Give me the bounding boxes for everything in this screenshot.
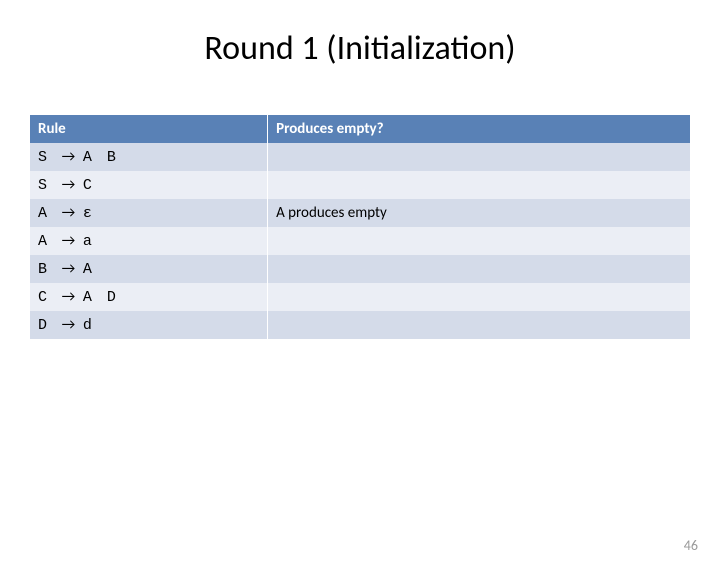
arrow-icon: → (57, 232, 79, 250)
rule-lhs: A (38, 233, 54, 250)
table-row: A → ε A produces empty (30, 199, 690, 227)
rule-lhs: A (38, 205, 54, 222)
rule-lhs: S (38, 177, 54, 194)
header-produces: Produces empty? (268, 115, 690, 143)
rule-rhs: a (83, 233, 95, 250)
rule-rhs: C (83, 177, 95, 194)
rule-lhs: B (38, 261, 54, 278)
produces-cell (268, 143, 690, 171)
table-row: C → A D (30, 283, 690, 311)
produces-cell (268, 283, 690, 311)
header-rule: Rule (30, 115, 268, 143)
produces-cell (268, 227, 690, 255)
rule-rhs: A D (83, 289, 119, 306)
rule-lhs: D (38, 317, 54, 334)
produces-cell: A produces empty (268, 199, 690, 227)
rule-rhs: ε (83, 205, 95, 222)
grammar-table: Rule Produces empty? S → A B S → C A → (30, 115, 690, 339)
produces-cell (268, 171, 690, 199)
arrow-icon: → (57, 288, 79, 306)
arrow-icon: → (57, 176, 79, 194)
rule-lhs: S (38, 149, 54, 166)
rule-lhs: C (38, 289, 54, 306)
table-row: D → d (30, 311, 690, 339)
produces-cell (268, 255, 690, 283)
rule-rhs: A (83, 261, 95, 278)
table-row: S → C (30, 171, 690, 199)
rule-rhs: A B (83, 149, 119, 166)
arrow-icon: → (57, 260, 79, 278)
arrow-icon: → (57, 148, 79, 166)
table-row: B → A (30, 255, 690, 283)
rule-rhs: d (83, 317, 95, 334)
table-row: S → A B (30, 143, 690, 171)
slide-title: Round 1 (Initialization) (0, 28, 720, 69)
arrow-icon: → (57, 204, 79, 222)
table-row: A → a (30, 227, 690, 255)
arrow-icon: → (57, 316, 79, 334)
produces-cell (268, 311, 690, 339)
